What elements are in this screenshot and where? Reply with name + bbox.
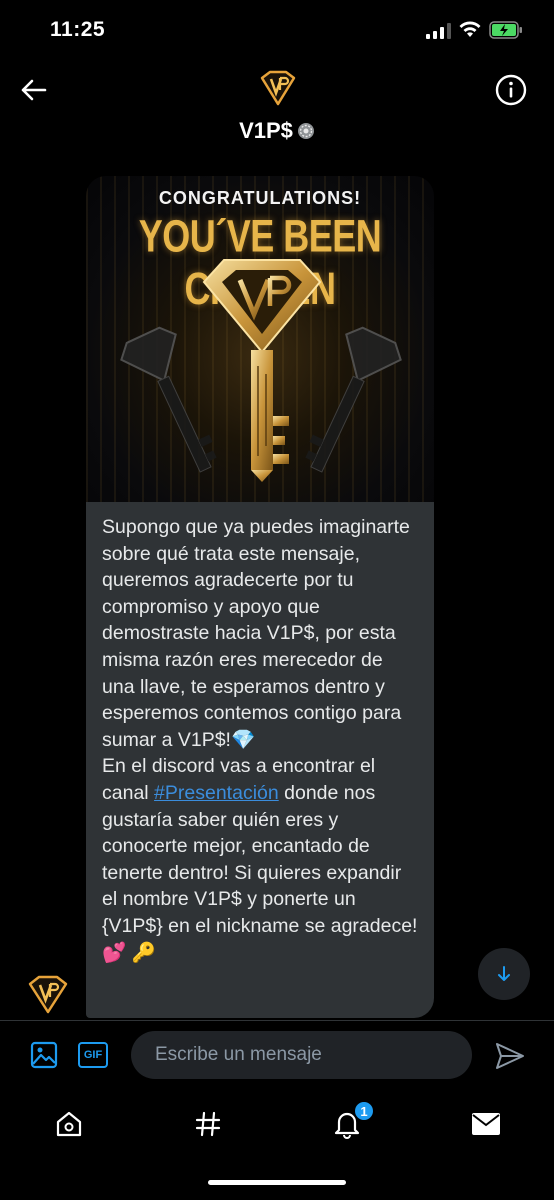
info-icon[interactable] [494, 73, 528, 107]
message-paragraph-1: Supongo que ya puedes imaginarte sobre q… [102, 516, 410, 751]
battery-charging-icon [489, 21, 522, 39]
home-icon [56, 1111, 82, 1137]
image-congrats-text: CONGRATULATIONS! [158, 188, 362, 208]
status-bar: 11:25 [0, 0, 554, 60]
tab-messages[interactable] [466, 1104, 506, 1144]
status-time: 11:25 [50, 18, 106, 41]
message-text: Supongo que ya puedes imaginarte sobre q… [102, 514, 418, 966]
tab-home[interactable] [49, 1104, 89, 1144]
arrow-down-icon [498, 966, 510, 981]
back-arrow-icon [21, 79, 47, 101]
send-icon[interactable] [494, 1041, 526, 1071]
back-button[interactable] [16, 72, 52, 108]
explore-hashtag-icon [195, 1111, 221, 1137]
message-composer: GIF [0, 1020, 554, 1090]
notification-badge: 1 [353, 1100, 375, 1122]
conversation-name: V1P$ [239, 118, 293, 143]
message-paragraph-2-end: donde nos gustaría saber quién eres y co… [102, 781, 418, 964]
message-bubble[interactable]: Supongo que ya puedes imaginarte sobre q… [86, 502, 434, 1018]
wifi-icon [459, 21, 481, 37]
tab-explore[interactable] [188, 1104, 228, 1144]
scroll-to-bottom-button[interactable] [478, 948, 530, 1000]
channel-link[interactable]: #Presentación [154, 782, 279, 804]
mail-icon [472, 1113, 500, 1135]
cellular-signal-icon [426, 23, 451, 39]
keys-illustration [120, 259, 402, 482]
conversation-header: V1P$ [0, 60, 554, 160]
message-image[interactable]: CONGRATULATIONS! YOU´VE BEEN CHOSEN [86, 176, 434, 502]
home-indicator [208, 1180, 346, 1185]
conversation-title[interactable]: V1P$ [0, 118, 554, 144]
image-icon[interactable] [30, 1041, 58, 1069]
gif-button[interactable]: GIF [78, 1042, 108, 1068]
conversation-avatar[interactable] [258, 68, 298, 108]
message-input[interactable] [131, 1031, 472, 1079]
sender-avatar[interactable] [26, 974, 70, 1014]
verified-badge-icon [297, 123, 314, 139]
